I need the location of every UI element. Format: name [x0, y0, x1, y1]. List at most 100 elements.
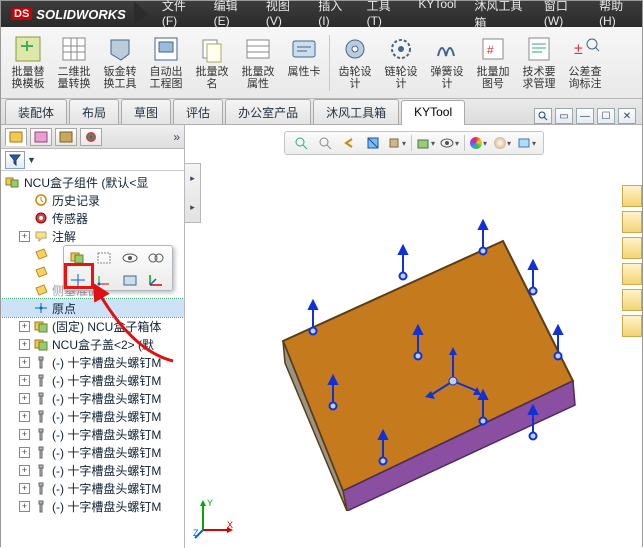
expander[interactable]: +	[19, 393, 30, 404]
edit-appearance-button[interactable]: ▾	[469, 134, 489, 152]
hide-show-button[interactable]: ▾	[440, 134, 460, 152]
expander[interactable]: +	[19, 411, 30, 422]
view-settings-button[interactable]: ▾	[517, 134, 537, 152]
ctx-hide-button[interactable]	[92, 248, 116, 268]
ribbon-card-button[interactable]: 属性卡	[281, 30, 327, 96]
close-button[interactable]: ✕	[618, 108, 636, 124]
annot-icon	[33, 229, 49, 243]
display-style-button[interactable]: ▾	[416, 134, 436, 152]
node-label: 历史记录	[52, 192, 100, 209]
tree-node-10[interactable]: +(-) 十字槽盘头螺钉M	[1, 371, 184, 389]
ribbon-sprocket-button[interactable]: 链轮设 计	[378, 30, 424, 96]
expander[interactable]: +	[19, 231, 30, 242]
gear-icon	[340, 34, 370, 64]
tree-node-1[interactable]: 传感器	[1, 209, 184, 227]
tab-1[interactable]: 布局	[69, 99, 119, 124]
node-label: (-) 十字槽盘头螺钉M	[52, 462, 161, 479]
svg-text:Z: Z	[193, 528, 199, 538]
part-icon	[33, 337, 49, 351]
tree-node-12[interactable]: +(-) 十字槽盘头螺钉M	[1, 407, 184, 425]
zoom-area-button[interactable]	[315, 134, 335, 152]
ribbon-sheet-button[interactable]: 钣金转 换工具	[97, 30, 143, 96]
tab-0[interactable]: 装配体	[5, 99, 67, 124]
ribbon-tech-button[interactable]: 技术要 求管理	[516, 30, 562, 96]
ribbon-spring-button[interactable]: 弹簧设 计	[424, 30, 470, 96]
tree-node-15[interactable]: + (-) 十字槽盘头螺钉M	[1, 461, 184, 479]
ribbon-rename-button[interactable]: 批量改 名	[189, 30, 235, 96]
screw-icon	[33, 373, 49, 387]
ribbon-number-button[interactable]: #批量加 图号	[470, 30, 516, 96]
task-view-palette-button[interactable]	[622, 263, 642, 285]
side-tab-feature-tree[interactable]	[5, 128, 27, 146]
side-tab-appearance[interactable]	[80, 128, 102, 146]
ctx-mate-button[interactable]	[144, 248, 168, 268]
task-explorer-button[interactable]	[622, 237, 642, 259]
section-view-button[interactable]	[363, 134, 383, 152]
tab-3[interactable]: 评估	[173, 99, 223, 124]
expander[interactable]: +	[19, 501, 30, 512]
tree-node-11[interactable]: + (-) 十字槽盘头螺钉M	[1, 389, 184, 407]
ribbon-drawing-button[interactable]: 自动出 工程图	[143, 30, 189, 96]
tree-node-14[interactable]: +(-) 十字槽盘头螺钉M	[1, 443, 184, 461]
ctx-eye-button[interactable]	[118, 248, 142, 268]
node-label: 注解	[52, 228, 76, 245]
ribbon-swap-button[interactable]: 批量替 换模板	[5, 30, 51, 96]
view-orient-button[interactable]: ▾	[387, 134, 407, 152]
expander[interactable]: +	[19, 357, 30, 368]
expander[interactable]: +	[19, 483, 30, 494]
expander[interactable]: +	[19, 321, 30, 332]
tree-root-label: NCU盒子组件 (默认<显	[24, 174, 148, 191]
ribbon-gear-button[interactable]: 齿轮设 计	[332, 30, 378, 96]
expander[interactable]: +	[19, 339, 30, 350]
task-custom-button[interactable]	[622, 315, 642, 337]
flyout-tree-handle[interactable]: ▸▸	[185, 163, 201, 223]
tree-node-13[interactable]: +(-) 十字槽盘头螺钉M	[1, 425, 184, 443]
search-button[interactable]	[534, 108, 552, 124]
screw-icon	[33, 481, 49, 495]
node-label: (-) 十字槽盘头螺钉M	[52, 390, 161, 407]
window-options-button[interactable]: ▭	[555, 108, 573, 124]
history-icon	[33, 193, 49, 207]
tab-5[interactable]: 沐风工具箱	[313, 99, 399, 124]
zoom-fit-button[interactable]	[291, 134, 311, 152]
svg-text:X: X	[227, 520, 233, 530]
expander[interactable]: +	[19, 465, 30, 476]
maximize-button[interactable]: ☐	[597, 108, 615, 124]
ribbon-grid-button[interactable]: 二维批 量转换	[51, 30, 97, 96]
apply-scene-button[interactable]: ▾	[493, 134, 513, 152]
minimize-button[interactable]: —	[576, 108, 594, 124]
tree-root[interactable]: NCU盒子组件 (默认<显	[1, 173, 184, 191]
tree-node-17[interactable]: +(-) 十字槽盘头螺钉M	[1, 497, 184, 515]
tab-6[interactable]: KYTool	[401, 100, 465, 125]
expand-panel-button[interactable]: »	[173, 130, 180, 144]
filter-dropdown[interactable]: ▼	[27, 155, 36, 165]
expander[interactable]: +	[19, 447, 30, 458]
tab-4[interactable]: 办公室产品	[225, 99, 311, 124]
ribbon-label: 技术要 求管理	[523, 66, 556, 90]
app-name: SOLIDWORKS	[36, 7, 126, 22]
tree-filter-bar: ▼	[1, 149, 184, 171]
prev-view-button[interactable]	[339, 134, 359, 152]
tree-node-2[interactable]: + 注解	[1, 227, 184, 245]
expander[interactable]: +	[19, 429, 30, 440]
filter-button[interactable]	[5, 151, 25, 169]
screw-icon	[33, 427, 49, 441]
node-label: 传感器	[52, 210, 88, 227]
task-resources-button[interactable]	[622, 185, 642, 207]
ribbon-props-button[interactable]: 批量改 属性	[235, 30, 281, 96]
task-library-button[interactable]	[622, 211, 642, 233]
expander[interactable]: +	[19, 375, 30, 386]
sheet-icon	[105, 34, 135, 64]
side-tab-config[interactable]	[55, 128, 77, 146]
graphics-viewport[interactable]: ▾ ▾ ▾ ▾ ▾ ▾ ▸▸	[185, 125, 642, 548]
tech-icon	[524, 34, 554, 64]
tree-node-16[interactable]: + (-) 十字槽盘头螺钉M	[1, 479, 184, 497]
tree-node-0[interactable]: 历史记录	[1, 191, 184, 209]
tab-2[interactable]: 草图	[121, 99, 171, 124]
node-label: (-) 十字槽盘头螺钉M	[52, 480, 161, 497]
ribbon-label: 批量改 名	[196, 66, 229, 90]
side-tab-property[interactable]	[30, 128, 52, 146]
ribbon-tol-button[interactable]: ±公差查 询标注	[562, 30, 608, 96]
sprocket-icon	[386, 34, 416, 64]
task-appearance-button[interactable]	[622, 289, 642, 311]
